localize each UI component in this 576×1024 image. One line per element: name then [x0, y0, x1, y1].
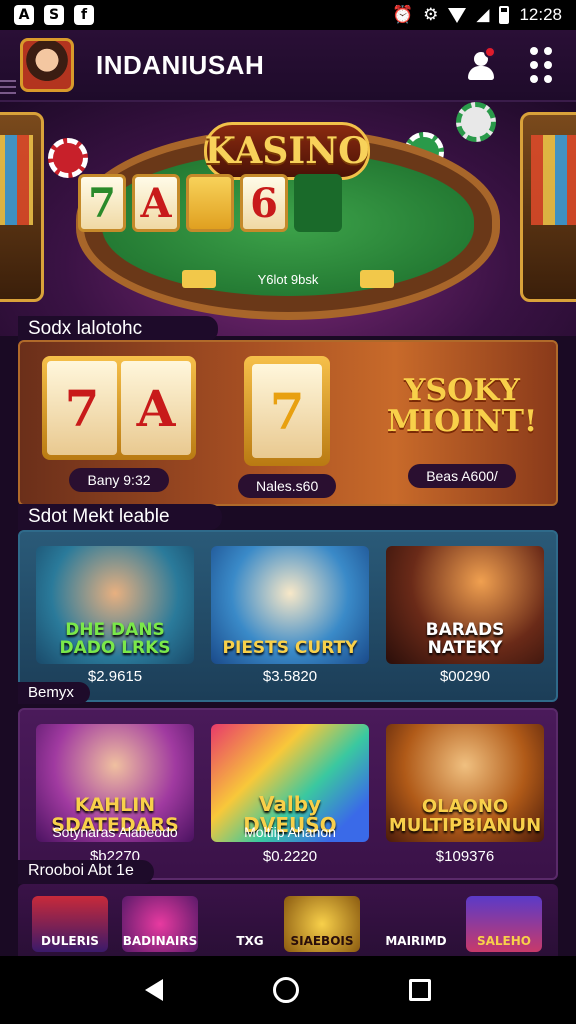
section-label-featured: Sodx lalotohc [18, 316, 218, 342]
game-title: OLAONO MULTIPBIANUN [388, 796, 542, 837]
game-sublabel: Moltiip Ahanon [244, 824, 336, 840]
game-title: DHE DANS DADO LRKS [59, 620, 171, 659]
game-title: PIESTS CURTY [222, 638, 358, 659]
featured-item[interactable]: 7 A Bany 9:32 [42, 356, 196, 492]
recents-icon[interactable] [409, 979, 431, 1001]
section-label-bemyx: Bemyx [18, 682, 90, 704]
hero-right-button[interactable] [359, 270, 394, 288]
featured-item[interactable]: YSOKY MIOINT! Beas A600/ [382, 356, 542, 488]
hero-subbar: Y6lot 9bsk [182, 268, 394, 290]
hero-banner[interactable]: KASINO 7 A 6 Y6lot 9bsk [0, 102, 576, 336]
featured-panel: 7 A Bany 9:32 7 Nales.s60 YSOKY MIOINT! … [18, 340, 558, 506]
game-price: $3.5820 [262, 668, 318, 685]
reel: A [121, 361, 191, 455]
featured-title: YSOKY MIOINT! [386, 372, 538, 439]
slot-machine-left [0, 112, 44, 302]
game-card[interactable]: DHE DANS DADO LRKS [36, 546, 194, 664]
s-icon: S [44, 5, 64, 25]
avatar[interactable] [20, 38, 74, 92]
featured-caption: Bany 9:32 [69, 468, 169, 492]
section-label-jackpots: Rrooboi Abt 1e [18, 860, 154, 884]
battery-icon [499, 6, 510, 24]
signal-icon: ◢ [476, 5, 490, 24]
hero-left-button[interactable] [182, 270, 216, 288]
game-sublabel: Sotynaras Alabeodo [52, 824, 178, 840]
section-label-slots: Sdot Mekt leable [18, 504, 222, 530]
a-icon: A [14, 5, 34, 25]
game-icon[interactable]: TXG [212, 896, 288, 952]
game-icon[interactable]: SIAEBOIS [284, 896, 360, 952]
bottom-icon-row: DULERIS BADINAIRS TXG SIAEBOIS MAIRIMD S… [18, 884, 558, 956]
game-icon[interactable]: BADINAIRS [122, 896, 198, 952]
system-nav-bar [0, 956, 576, 1024]
game-card[interactable]: OLAONO MULTIPBIANUN [386, 724, 544, 842]
slots-panel: DHE DANS DADO LRKS PIESTS CURTY BARADS N… [18, 530, 558, 702]
back-icon[interactable] [145, 979, 163, 1001]
featured-item[interactable]: 7 Nales.s60 [238, 356, 337, 498]
chip-icon [48, 138, 88, 178]
hero-subtitle: Y6lot 9bsk [257, 271, 319, 287]
featured-caption: Beas A600/ [408, 464, 516, 488]
app-bar: INDANIUSAH [0, 30, 576, 102]
f-icon: f [74, 5, 94, 25]
game-card[interactable]: BARADS NATEKY [386, 546, 544, 664]
game-icon[interactable]: SALEHO [466, 896, 542, 952]
wifi-icon [448, 7, 467, 23]
home-icon[interactable] [273, 977, 299, 1003]
alarm-icon: ⏰ [391, 5, 414, 24]
hero-reels: 7 A 6 [78, 174, 342, 232]
settings-icon: ⚙ [423, 5, 439, 24]
kasino-logo: KASINO [204, 122, 370, 180]
game-icon[interactable]: MAIRIMD [378, 896, 454, 952]
more-options-icon[interactable] [530, 47, 552, 83]
menu-icon[interactable] [0, 76, 16, 98]
reel: A [132, 174, 180, 232]
game-card[interactable]: PIESTS CURTY [211, 546, 369, 664]
reel: 7 [252, 364, 323, 458]
game-price: $0.2220 [262, 848, 318, 865]
reel [294, 174, 342, 232]
slot-machine-right [520, 112, 576, 302]
game-price: $109376 [435, 848, 495, 865]
game-title: BARADS NATEKY [425, 620, 505, 659]
chip-icon [456, 102, 496, 142]
status-time: 12:28 [519, 5, 562, 24]
app-title: INDANIUSAH [96, 49, 265, 80]
featured-caption: Nales.s60 [238, 474, 337, 498]
reel: 7 [78, 174, 126, 232]
status-bar: A S f ⏰ ⚙ ◢ 12:28 [0, 0, 576, 30]
profile-icon[interactable] [466, 46, 496, 80]
game-icon[interactable]: DULERIS [32, 896, 108, 952]
reel [186, 174, 234, 232]
jackpots-panel: KAHLIN SDATEDARS Valby DVEUSO OLAONO MUL… [18, 708, 558, 880]
game-price: $00290 [439, 668, 491, 685]
reel: 6 [240, 174, 288, 232]
reel: 7 [47, 361, 117, 455]
